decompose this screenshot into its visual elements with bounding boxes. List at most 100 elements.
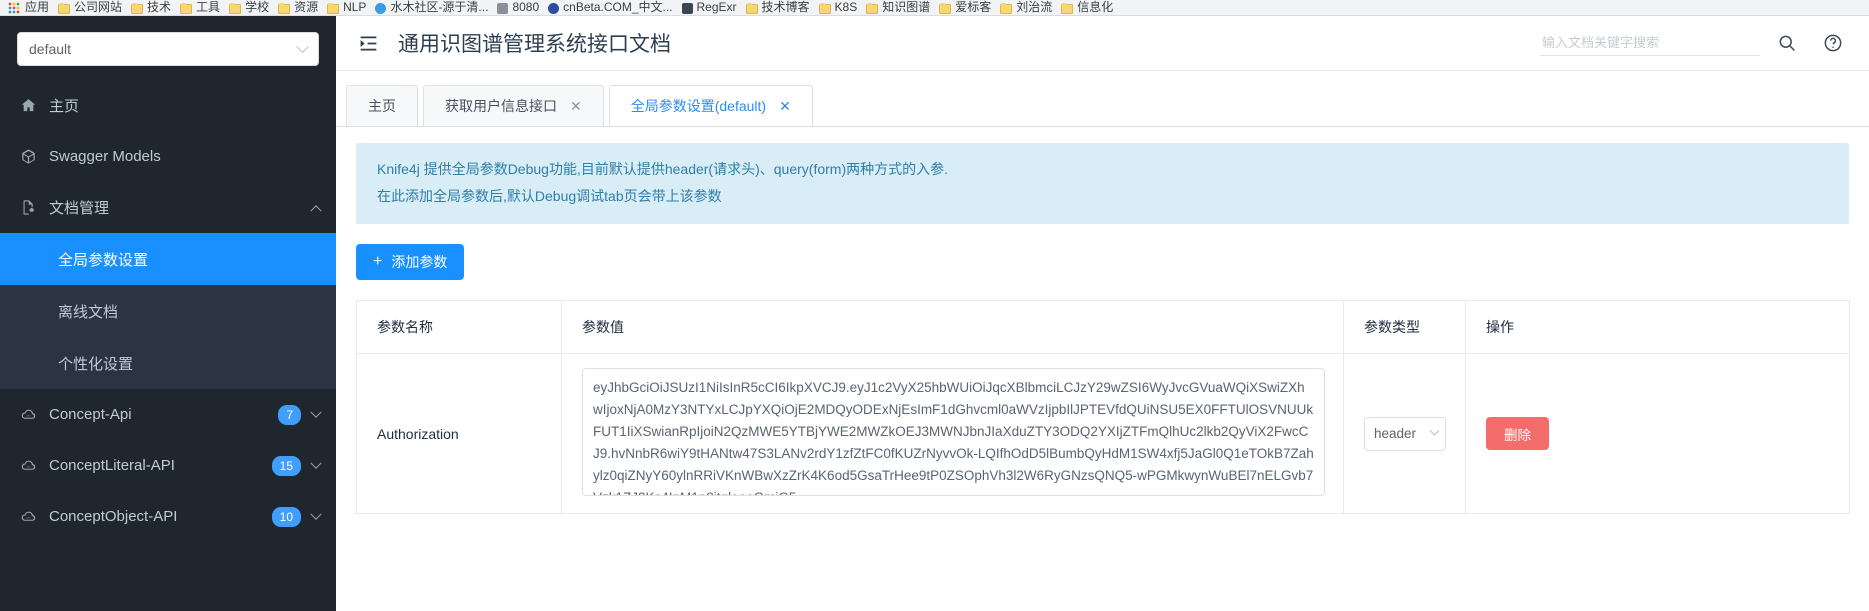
bookmark-label: K8S: [834, 0, 858, 14]
site-icon: [548, 2, 560, 14]
bookmark-item[interactable]: 爱标客: [937, 1, 998, 15]
tab-获取用户信息接口[interactable]: 获取用户信息接口 ✕: [423, 85, 604, 126]
param-type-select[interactable]: header: [1364, 416, 1446, 451]
tabs-bar: 主页 获取用户信息接口 ✕ 全局参数设置(default) ✕: [336, 71, 1869, 127]
sidebar-item-Concept-Api[interactable]: Concept-Api 7: [0, 389, 336, 440]
bookmark-item[interactable]: 刘治流: [998, 1, 1059, 15]
bookmark-item[interactable]: 8080: [495, 1, 546, 15]
bookmark-label: 资源: [294, 0, 319, 14]
bookmark-item[interactable]: 公司网站: [56, 1, 129, 15]
add-param-button[interactable]: + 添加参数: [356, 244, 465, 281]
top-bar: 通用识图谱管理系统接口文档: [336, 16, 1869, 71]
sidebar-item-主页[interactable]: 主页: [0, 80, 336, 131]
chevron-down-icon: [310, 508, 322, 520]
shield-icon: [497, 2, 509, 14]
bookmark-label: 爱标客: [955, 0, 992, 14]
folder-icon: [818, 2, 831, 14]
tab-全局参数设置(default)[interactable]: 全局参数设置(default) ✕: [608, 85, 813, 126]
sidebar-subitem-离线文档[interactable]: 离线文档: [0, 285, 336, 337]
delete-button[interactable]: 删除: [1486, 417, 1549, 451]
tab-主页[interactable]: 主页: [346, 85, 418, 126]
cell-param-value: [561, 353, 1344, 514]
sidebar: default 主页 Swagger Models 文档管理全局参数设置 离线文档个性…: [0, 16, 336, 611]
top-bar-right: [1540, 24, 1852, 62]
search-input[interactable]: [1542, 35, 1758, 50]
search-box[interactable]: [1540, 30, 1760, 56]
sidebar-item-label: 主页: [49, 98, 80, 115]
info-banner-line-1: Knife4j 提供全局参数Debug功能,目前默认提供header(请求头)、…: [377, 161, 948, 177]
bookmark-label: RegExr: [696, 0, 737, 14]
info-banner: Knife4j 提供全局参数Debug功能,目前默认提供header(请求头)、…: [356, 143, 1849, 225]
sidebar-item-badge: 15: [270, 454, 302, 477]
folder-icon: [939, 2, 952, 14]
sidebar-subitem-个性化设置[interactable]: 个性化设置: [0, 337, 336, 389]
bookmark-item[interactable]: 水木社区-源于清...: [373, 1, 495, 15]
info-banner-line-2: 在此添加全局参数后,默认Debug调试tab页会带上该参数: [377, 187, 722, 204]
tab-label: 获取用户信息接口: [445, 98, 557, 114]
plus-icon: +: [373, 253, 383, 271]
namespace-select-wrapper: default: [0, 16, 336, 66]
sidebar-submenu: 全局参数设置 离线文档个性化设置: [0, 233, 336, 389]
document-settings-icon: [18, 198, 38, 218]
bookmark-item[interactable]: 学校: [227, 1, 276, 15]
cell-param-name: Authorization: [356, 353, 562, 514]
bookmark-item[interactable]: NLP: [325, 1, 373, 15]
namespace-select[interactable]: default: [17, 32, 319, 66]
sidebar-item-label: Swagger Models: [49, 148, 161, 165]
global-params-table: 参数名称 参数值 参数类型 操作 Authorization header: [356, 300, 1850, 515]
bookmark-label: 学校: [245, 0, 270, 14]
bookmark-label: 水木社区-源于清...: [390, 0, 489, 14]
sidebar-item-badge: 10: [270, 505, 302, 528]
search-icon[interactable]: [1768, 24, 1806, 62]
folder-icon: [131, 2, 144, 14]
bookmark-item[interactable]: RegExr: [680, 1, 744, 15]
content-area: Knife4j 提供全局参数Debug功能,目前默认提供header(请求头)、…: [336, 127, 1869, 515]
bookmark-item[interactable]: 技术博客: [744, 1, 817, 15]
bookmark-item[interactable]: 工具: [178, 1, 227, 15]
question-circle-icon[interactable]: [1814, 24, 1852, 62]
folder-icon: [327, 2, 340, 14]
table-header-row: 参数名称 参数值 参数类型 操作: [356, 300, 1850, 355]
page-title: 通用识图谱管理系统接口文档: [398, 33, 671, 56]
bookmark-label: 应用: [25, 0, 50, 14]
table-head: 参数名称 参数值 参数类型 操作: [356, 300, 1850, 355]
bookmark-item[interactable]: 资源: [276, 1, 325, 15]
col-header-operations: 操作: [1465, 300, 1850, 355]
cloud-icon: [18, 405, 38, 425]
bookmark-label: 信息化: [1077, 0, 1114, 14]
sidebar-item-ConceptLiteral-API[interactable]: ConceptLiteral-API 15: [0, 440, 336, 491]
bookmark-item[interactable]: 知识图谱: [864, 1, 937, 15]
bookmark-label: NLP: [343, 0, 367, 14]
param-value-textarea[interactable]: [582, 368, 1325, 497]
bookmark-label: 知识图谱: [882, 0, 931, 14]
bookmark-label: 刘治流: [1016, 0, 1053, 14]
bookmark-item[interactable]: 信息化: [1059, 1, 1120, 15]
folder-icon: [1000, 2, 1013, 14]
cloud-icon: [18, 507, 38, 527]
bookmark-item[interactable]: K8S: [817, 1, 865, 15]
bookmark-label: 工具: [196, 0, 221, 14]
chevron-down-icon: [310, 457, 322, 469]
sidebar-item-label: 文档管理: [49, 200, 110, 217]
folder-icon: [278, 2, 291, 14]
sidebar-item-文档管理[interactable]: 文档管理: [0, 182, 336, 233]
tab-close-icon[interactable]: ✕: [570, 99, 582, 113]
sidebar-subitem-label: 离线文档: [58, 303, 119, 321]
table-row: Authorization header 删除: [356, 353, 1850, 514]
bookmark-label: cnBeta.COM_中文...: [563, 0, 673, 14]
cube-icon: [18, 147, 38, 167]
bookmark-item[interactable]: 应用: [6, 1, 56, 15]
add-param-label: 添加参数: [391, 254, 448, 271]
folder-icon: [1061, 2, 1074, 14]
sidebar-item-ConceptObject-API[interactable]: ConceptObject-API 10: [0, 491, 336, 542]
tab-close-icon[interactable]: ✕: [779, 99, 791, 113]
menu-fold-icon[interactable]: [356, 31, 380, 55]
folder-icon: [180, 2, 193, 14]
bookmark-item[interactable]: 技术: [129, 1, 178, 15]
bookmark-item[interactable]: cnBeta.COM_中文...: [546, 1, 679, 15]
site-icon: [681, 2, 693, 14]
sidebar-item-Swagger Models[interactable]: Swagger Models: [0, 131, 336, 182]
sidebar-subitem-全局参数设置[interactable]: 全局参数设置: [0, 233, 336, 285]
col-header-param-name: 参数名称: [356, 300, 562, 355]
sidebar-subitem-label: 全局参数设置: [58, 251, 149, 269]
